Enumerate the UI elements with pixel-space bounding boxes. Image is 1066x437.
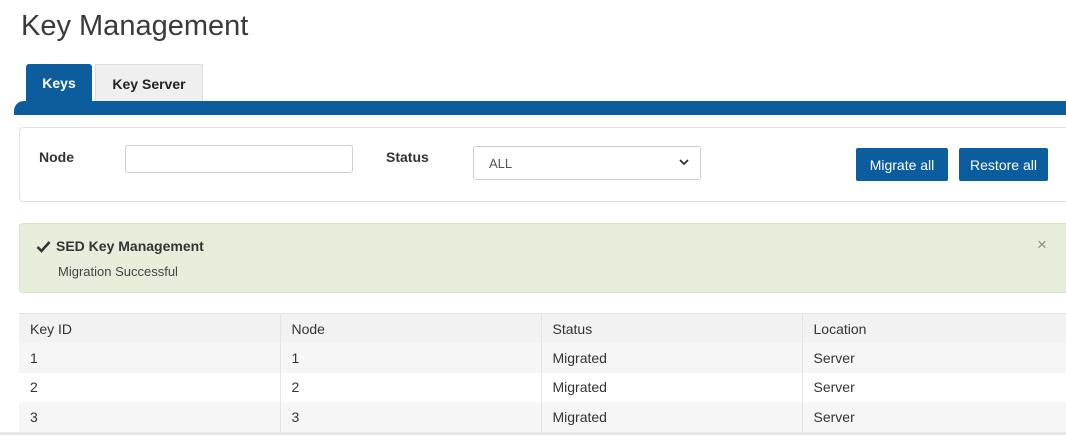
node-input[interactable] <box>125 145 353 173</box>
status-label: Status <box>386 149 429 165</box>
cell-node: 3 <box>279 402 541 432</box>
tab-bar <box>14 101 1066 115</box>
cell-key-id: 3 <box>19 402 280 432</box>
tab-keys[interactable]: Keys <box>26 64 92 102</box>
cell-node: 1 <box>279 343 541 373</box>
check-icon <box>36 241 51 253</box>
cell-location: Server <box>801 372 1066 402</box>
table-row[interactable]: 2 2 Migrated Server <box>19 372 1066 402</box>
success-alert <box>19 223 1066 293</box>
migrate-all-button[interactable]: Migrate all <box>856 148 948 181</box>
close-icon[interactable]: × <box>1037 236 1047 253</box>
cell-location: Server <box>801 343 1066 373</box>
cell-key-id: 2 <box>19 372 280 402</box>
column-header-status[interactable]: Status <box>540 313 802 343</box>
cell-status: Migrated <box>540 372 802 402</box>
alert-message: Migration Successful <box>58 264 178 279</box>
chevron-down-icon <box>679 159 689 166</box>
column-header-node[interactable]: Node <box>279 313 541 343</box>
keys-table: Key ID Node Status Location 1 1 Migrated… <box>19 313 1066 432</box>
alert-title: SED Key Management <box>56 238 204 254</box>
table-header-row: Key ID Node Status Location <box>19 313 1066 343</box>
page-title: Key Management <box>21 10 249 42</box>
status-select-value: ALL <box>489 155 513 171</box>
table-row[interactable]: 1 1 Migrated Server <box>19 343 1066 373</box>
cell-status: Migrated <box>540 402 802 432</box>
column-header-key-id[interactable]: Key ID <box>19 313 280 343</box>
divider <box>0 432 1066 435</box>
cell-location: Server <box>801 402 1066 432</box>
node-label: Node <box>39 149 74 165</box>
table-row[interactable]: 3 3 Migrated Server <box>19 402 1066 432</box>
cell-key-id: 1 <box>19 343 280 373</box>
column-header-location[interactable]: Location <box>801 313 1066 343</box>
status-select[interactable]: ALL <box>473 146 701 180</box>
tab-key-server[interactable]: Key Server <box>95 64 203 102</box>
cell-node: 2 <box>279 372 541 402</box>
cell-status: Migrated <box>540 343 802 373</box>
restore-all-button[interactable]: Restore all <box>959 148 1048 181</box>
